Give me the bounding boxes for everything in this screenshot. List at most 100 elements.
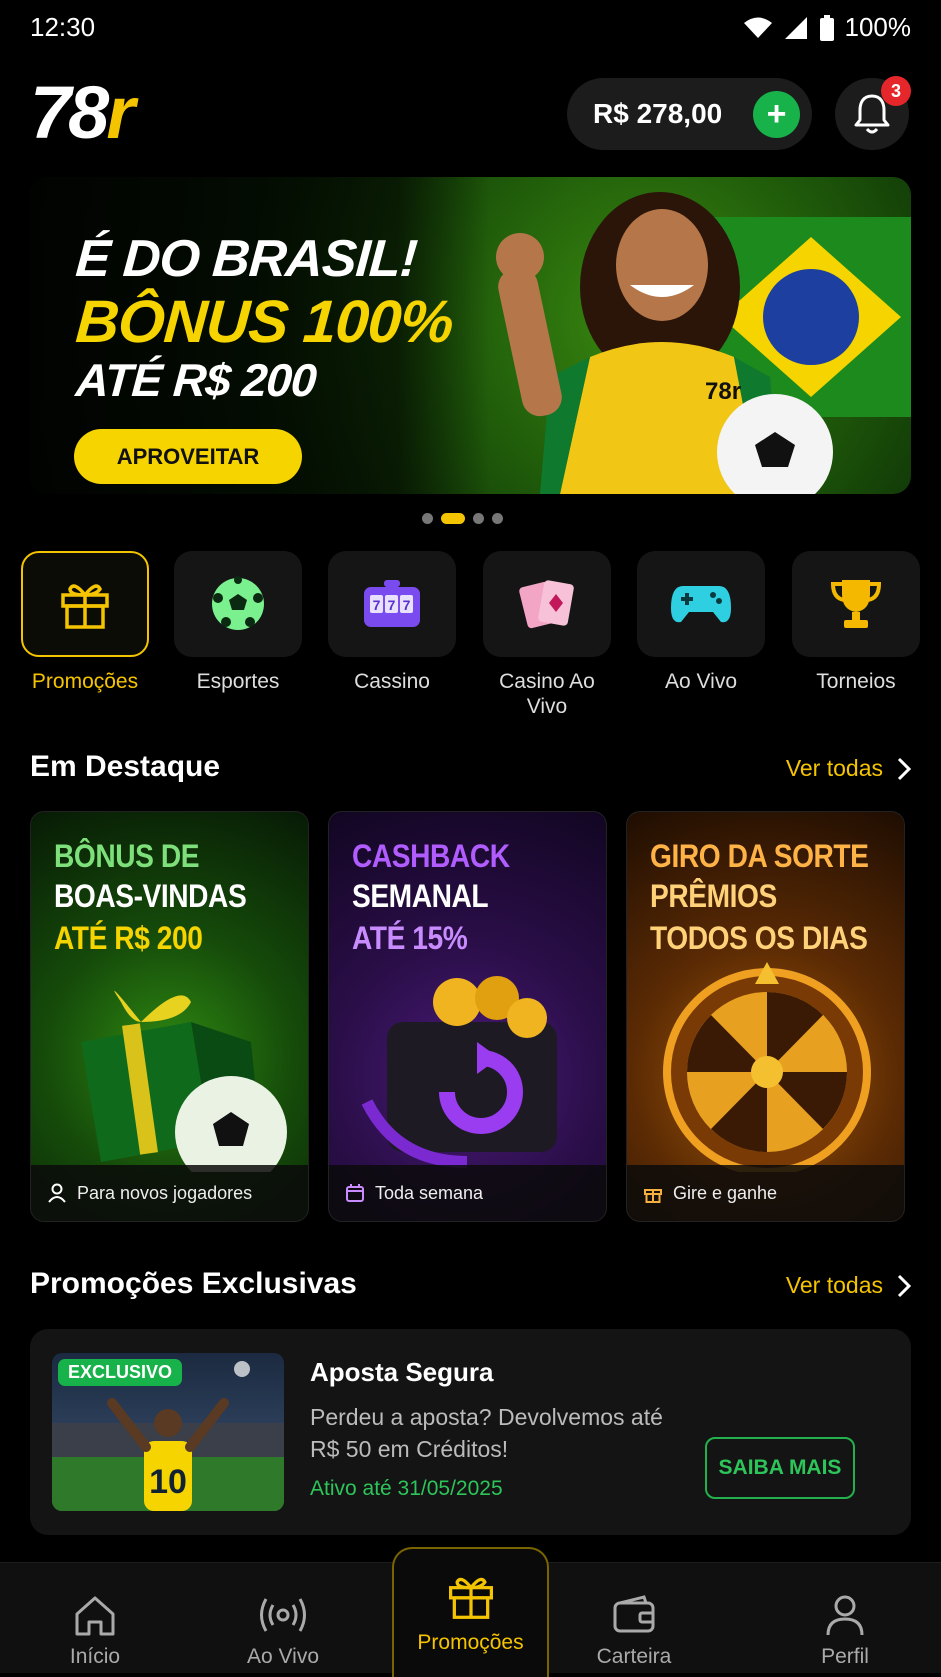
category-tile[interactable]: [21, 551, 149, 657]
nav-label: Início: [69, 1645, 121, 1668]
exclusive-promo-card[interactable]: 10 EXCLUSIVO Aposta Segura Perdeu a apos…: [30, 1329, 911, 1535]
svg-text:7: 7: [403, 597, 411, 613]
promo-title: Aposta Segura: [310, 1357, 494, 1387]
category-label: Torneios: [816, 670, 896, 693]
user-icon: [48, 1183, 66, 1203]
gamepad-icon: [671, 586, 731, 623]
card-footer-text: Gire e ganhe: [673, 1182, 778, 1203]
nav-label: Ao Vivo: [247, 1645, 319, 1668]
svg-text:7: 7: [373, 597, 381, 613]
featured-card-weekly-cashback[interactable]: CASHBACK SEMANAL ATÉ 15% Toda semana: [328, 811, 607, 1222]
nav-label: Promoções: [417, 1631, 524, 1654]
gift-icon: [448, 1577, 493, 1619]
logo-accent: r: [106, 71, 135, 154]
logo-main: 78: [30, 71, 109, 154]
exclusive-section-title: Promoções Exclusivas: [30, 1267, 357, 1300]
card-line1: CASHBACK: [352, 838, 510, 874]
category-tile[interactable]: [792, 551, 920, 657]
hero-limit: ATÉ R$ 200: [74, 354, 318, 406]
notifications-button[interactable]: 3: [835, 76, 911, 150]
plus-icon: +: [766, 95, 787, 133]
battery-icon: [819, 14, 834, 41]
card-footer: Gire e ganhe: [627, 1165, 904, 1221]
card-line1: BÔNUS DE: [54, 838, 200, 874]
shirt-logo-text: 78r: [705, 378, 741, 405]
learn-more-button[interactable]: SAIBA MAIS: [705, 1437, 855, 1499]
carousel-dot[interactable]: [492, 513, 503, 524]
category-label: Promoções: [31, 670, 139, 693]
card-footer-text: Toda semana: [375, 1182, 484, 1203]
hero-cta-button[interactable]: APROVEITAR: [74, 429, 302, 484]
category-tile[interactable]: [174, 551, 302, 657]
jersey-number: 10: [149, 1463, 187, 1501]
gift-soccer-illustration: [81, 990, 287, 1172]
promo-valid-until: Ativo até 31/05/2025: [310, 1477, 503, 1500]
playing-cards-icon: [519, 580, 574, 629]
featured-section-title: Em Destaque: [30, 750, 221, 783]
slot-machine-icon: 7 7 7: [364, 580, 420, 627]
nav-label: Perfil: [821, 1645, 869, 1668]
gift-icon: [644, 1189, 662, 1203]
category-esportes[interactable]: Esportes: [174, 551, 302, 694]
promo-description: Perdeu a aposta? Devolvemos até R$ 50 em…: [310, 1404, 663, 1462]
gift-icon: [61, 584, 109, 629]
wallet-icon: [613, 1595, 655, 1633]
nav-perfil[interactable]: Perfil: [765, 1563, 925, 1673]
svg-text:7: 7: [388, 597, 396, 613]
chevron-right-icon: [897, 1274, 911, 1297]
category-label: Esportes: [196, 670, 280, 693]
featured-see-all-link[interactable]: Ver todas: [786, 755, 911, 782]
balance-pill[interactable]: R$ 278,00 +: [567, 78, 812, 150]
card-line2: BOAS-VINDAS: [54, 878, 247, 914]
nav-label: Carteira: [596, 1645, 672, 1668]
home-icon: [75, 1596, 115, 1636]
card-footer: Para novos jogadores: [31, 1165, 308, 1221]
nav-inicio[interactable]: Início: [15, 1563, 175, 1673]
category-ao-vivo[interactable]: Ao Vivo: [637, 551, 765, 694]
category-label: Cassino: [354, 670, 430, 693]
category-tile[interactable]: 7 7 7: [328, 551, 456, 657]
promo-image: 10 EXCLUSIVO: [52, 1353, 284, 1511]
nav-carteira[interactable]: Carteira: [554, 1563, 714, 1673]
category-torneios[interactable]: Torneios: [792, 551, 920, 694]
hero-headline: É DO BRASIL!: [73, 230, 419, 288]
chevron-right-icon: [897, 757, 911, 780]
card-line3: TODOS OS DIAS: [650, 920, 868, 956]
nav-promocoes[interactable]: Promoções: [392, 1547, 549, 1677]
app-logo[interactable]: 78r: [30, 76, 135, 150]
category-label: Casino Ao Vivo: [499, 670, 595, 718]
carousel-dots: [422, 513, 503, 524]
category-casino-ao-vivo[interactable]: Casino Ao Vivo: [483, 551, 611, 719]
category-tile[interactable]: [483, 551, 611, 657]
category-label: Ao Vivo: [665, 670, 737, 693]
carousel-dot[interactable]: [473, 513, 484, 524]
nav-ao-vivo[interactable]: Ao Vivo: [203, 1563, 363, 1673]
featured-card-lucky-spin[interactable]: GIRO DA SORTE PRÊMIOS TODOS OS DIAS Gire…: [626, 811, 905, 1222]
add-funds-button[interactable]: +: [753, 91, 800, 138]
featured-card-welcome-bonus[interactable]: BÔNUS DE BOAS-VINDAS ATÉ R$ 200 Para nov…: [30, 811, 309, 1222]
exclusive-see-all-link[interactable]: Ver todas: [786, 1272, 911, 1299]
calendar-icon: [346, 1184, 364, 1202]
category-cassino[interactable]: 7 7 7 Cassino: [328, 551, 456, 694]
notification-badge: 3: [881, 76, 911, 106]
status-icons: 100%: [743, 12, 912, 43]
soccer-ball-icon: [212, 576, 264, 630]
signal-icon: [784, 16, 807, 39]
hero-banner[interactable]: 78r É DO BRASIL! BÔNUS 100% ATÉ R$ 200 A…: [30, 177, 911, 494]
card-footer: Toda semana: [329, 1165, 606, 1221]
card-line1: GIRO DA SORTE: [650, 838, 869, 874]
card-line2: PRÊMIOS: [650, 878, 777, 914]
category-tile[interactable]: [637, 551, 765, 657]
card-line3: ATÉ 15%: [352, 920, 468, 956]
balance-amount: R$ 278,00: [593, 98, 723, 129]
battery-percent: 100%: [844, 12, 912, 42]
category-promocoes[interactable]: Promoções: [21, 551, 149, 694]
live-broadcast-icon: [260, 1598, 306, 1632]
exclusive-badge: EXCLUSIVO: [58, 1359, 183, 1386]
wifi-icon: [743, 17, 772, 38]
card-line3: ATÉ R$ 200: [54, 920, 203, 956]
carousel-dot-active[interactable]: [441, 513, 465, 524]
carousel-dot[interactable]: [422, 513, 433, 524]
status-time: 12:30: [30, 12, 96, 42]
hero-player-illustration: 78r: [496, 192, 833, 494]
